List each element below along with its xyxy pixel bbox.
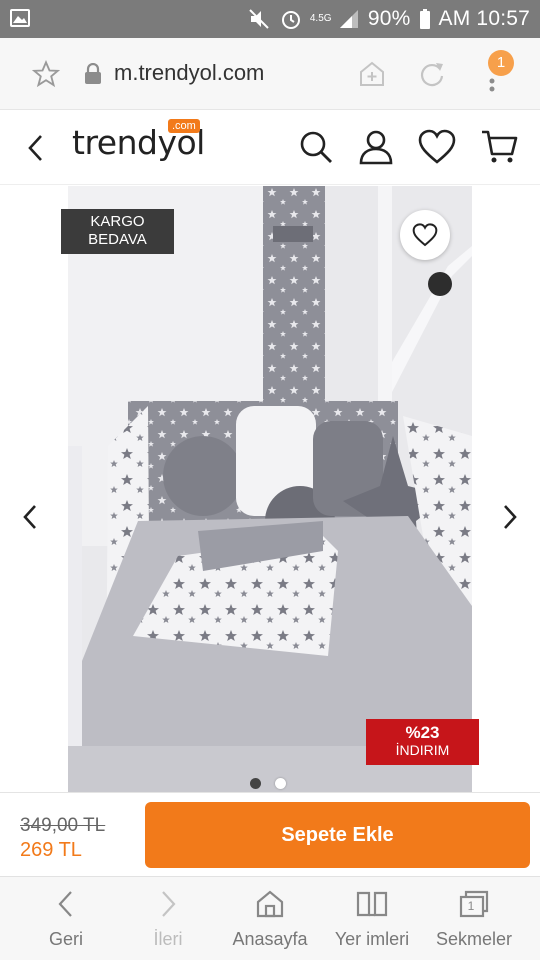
nav-back[interactable]: Geri [12,877,120,960]
back-icon [58,891,72,917]
pagination-dot-2[interactable] [275,778,286,789]
forward-icon [162,891,176,917]
gallery-prev-icon[interactable] [20,503,40,531]
nav-back-label: Geri [48,929,83,949]
clock: AM 10:57 [438,7,530,30]
add-page-icon[interactable] [358,60,386,88]
nav-forward-label: İleri [153,929,183,949]
logo-com: .com [168,119,200,133]
nav-tabs-label: Sekmeler [435,929,513,949]
price-bar: 349,00 TL 269 TL Sepete Ekle [0,792,540,876]
signal-icon [339,10,358,28]
network-type: 4.5G [309,13,332,24]
add-to-cart-button[interactable]: Sepete Ekle [145,802,530,868]
nav-bookmarks-label: Yer imleri [334,929,410,949]
sale-price: 269 TL [20,839,82,861]
home-icon [256,890,284,918]
discount-label: İNDIRIM [395,742,450,758]
cart-icon[interactable] [480,129,518,165]
trendyol-logo[interactable]: trendyol .com [72,119,205,162]
search-icon[interactable] [298,129,334,165]
browser-bottom-nav: Geri İleri Anasayfa Yer imleri 1 Sekmele… [0,876,540,960]
gallery-icon [10,9,30,27]
site-header: trendyol .com [0,111,540,185]
pagination-dot-1[interactable] [250,778,261,789]
nav-home-label: Anasayfa [232,929,308,949]
gallery-pagination [250,778,286,789]
discount-percent: %23 [405,723,440,742]
status-bar: 4.5G 90% AM 10:57 [0,0,540,38]
bookmark-star-icon[interactable] [32,60,60,88]
alarm-icon [281,11,300,29]
mute-icon [249,9,269,29]
free-shipping-badge: KARGO BEDAVA [61,209,174,254]
product-gallery[interactable] [0,186,540,792]
product-image[interactable] [68,186,472,792]
user-icon[interactable] [358,129,394,165]
browser-toolbar: m.trendyol.com 1 [0,38,540,110]
tabs-count: 1 [467,899,475,913]
free-shipping-line2: BEDAVA [88,231,147,248]
nav-home[interactable]: Anasayfa [216,877,324,960]
battery-level: 90% [367,7,411,30]
reload-icon[interactable] [418,60,446,88]
free-shipping-line1: KARGO [90,213,145,230]
lock-icon [85,63,101,84]
nav-tabs[interactable]: 1 Sekmeler [420,877,528,960]
notification-badge[interactable]: 1 [488,50,514,76]
nav-forward[interactable]: İleri [114,877,222,960]
battery-icon [419,9,430,29]
old-price: 349,00 TL [20,815,106,836]
address-bar[interactable]: m.trendyol.com [114,60,264,86]
favorite-button[interactable] [400,210,450,260]
gallery-next-icon[interactable] [500,503,520,531]
heart-icon[interactable] [418,129,456,165]
discount-badge: %23 İNDIRIM [366,719,479,765]
back-arrow-icon[interactable] [24,133,48,163]
bookmarks-icon [356,891,388,917]
heart-outline-icon [412,223,438,247]
nav-bookmarks[interactable]: Yer imleri [318,877,426,960]
